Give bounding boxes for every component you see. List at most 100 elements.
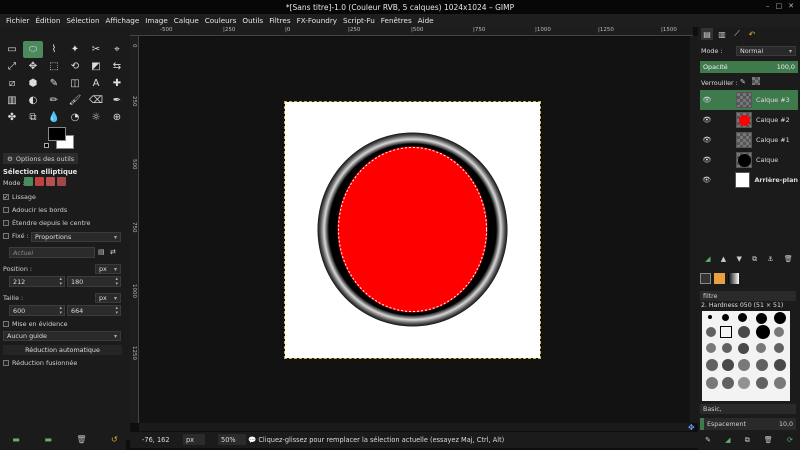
tab-gradients[interactable] — [728, 273, 739, 284]
menu-image[interactable]: Image — [142, 16, 171, 25]
color-selector[interactable] — [44, 127, 78, 153]
fixed-mode-select[interactable]: Proportions ▾ — [31, 232, 121, 242]
brush-swatch[interactable] — [722, 359, 734, 371]
brush-swatch-selected[interactable] — [720, 326, 732, 338]
eraser-tool-icon[interactable]: ⌫ — [86, 92, 106, 109]
delete-layer-icon[interactable]: 🗑 — [784, 255, 793, 267]
position-y-input[interactable]: 180 ▴ ▾ — [67, 276, 121, 287]
brush-swatch[interactable] — [774, 343, 784, 353]
layer-mode-select[interactable]: Normal ▾ — [736, 46, 796, 56]
scale-tool-icon[interactable]: ◩ — [86, 58, 106, 75]
maximize-button[interactable]: □ — [776, 2, 783, 10]
menu-affichage[interactable]: Affichage — [103, 16, 143, 25]
navigate-icon[interactable]: ✥ — [688, 423, 695, 432]
expand-center-row[interactable]: Étendre depuis le centre — [3, 219, 90, 227]
crop-tool-icon[interactable]: ⬚ — [44, 58, 64, 75]
delete-brush-icon[interactable]: 🗑 — [764, 436, 773, 448]
antialias-checkbox[interactable]: ✓ — [3, 194, 9, 201]
fuzzy-select-tool-icon[interactable]: ✦ — [65, 41, 85, 58]
visibility-eye-icon[interactable]: 👁 — [700, 136, 714, 144]
brush-swatch[interactable] — [706, 343, 716, 353]
auto-shrink-button[interactable]: Réduction automatique — [3, 345, 122, 355]
raise-layer-icon[interactable]: ▲ — [721, 255, 726, 267]
blur-tool-icon[interactable]: 💧 — [44, 109, 64, 126]
expand-center-checkbox[interactable] — [3, 220, 9, 226]
measure-tool-icon[interactable]: ◫ — [65, 75, 85, 92]
menu-couleurs[interactable]: Couleurs — [202, 16, 240, 25]
text-tool-icon[interactable]: A — [86, 75, 106, 92]
page-icon[interactable]: ▤ — [98, 248, 105, 256]
highlight-row[interactable]: Mise en évidence — [3, 320, 68, 328]
menu-selection[interactable]: Sélection — [63, 16, 102, 25]
menu-fx-foundry[interactable]: FX-Foundry — [294, 16, 340, 25]
scissors-tool-icon[interactable]: ✂ — [86, 41, 106, 58]
fixed-value-input[interactable]: Actuel — [9, 247, 95, 258]
warp-tool-icon[interactable]: ⊕ — [107, 109, 127, 126]
tab-layers[interactable]: ▤ — [701, 28, 713, 40]
anchor-layer-icon[interactable]: ⚓ — [767, 255, 773, 267]
menu-edition[interactable]: Édition — [33, 16, 64, 25]
layer-row[interactable]: 👁 Arrière-plan — [700, 170, 798, 190]
brush-swatch[interactable] — [756, 377, 768, 389]
lower-layer-icon[interactable]: ▼ — [736, 255, 741, 267]
layer-row[interactable]: 👁 Calque #3 — [700, 90, 798, 110]
brush-swatch[interactable] — [774, 312, 786, 324]
menu-filtres[interactable]: Filtres — [266, 16, 293, 25]
rect-select-tool-icon[interactable]: ▭ — [2, 41, 22, 58]
dodge-burn-tool-icon[interactable]: ☼ — [86, 109, 106, 126]
merged-shrink-row[interactable]: Réduction fusionnée — [3, 359, 77, 367]
flip-tool-icon[interactable]: ⇆ — [107, 58, 127, 75]
unit-select[interactable]: px — [183, 434, 205, 445]
free-select-tool-icon[interactable]: ⌇ — [44, 41, 64, 58]
menu-calque[interactable]: Calque — [171, 16, 202, 25]
brush-swatch[interactable] — [722, 377, 734, 389]
brush-swatch[interactable] — [722, 314, 729, 321]
foreground-color-swatch[interactable] — [48, 127, 66, 141]
brush-swatch[interactable] — [774, 377, 786, 389]
close-button[interactable]: ✕ — [788, 2, 794, 10]
brush-swatch[interactable] — [708, 315, 712, 319]
position-x-input[interactable]: 212 ▴ ▾ — [9, 276, 65, 287]
ellipse-select-tool-icon[interactable]: ⬭ — [23, 41, 43, 58]
duplicate-brush-icon[interactable]: ⧉ — [745, 436, 750, 448]
layer-row[interactable]: 👁 Calque #1 — [700, 130, 798, 150]
guides-select[interactable]: Aucun guide ▾ — [3, 331, 121, 341]
brush-swatch[interactable] — [738, 343, 749, 354]
horizontal-scrollbar[interactable] — [139, 423, 690, 431]
brush-swatch[interactable] — [756, 313, 767, 324]
feather-checkbox[interactable] — [3, 207, 9, 213]
tab-channels[interactable]: ▥ — [716, 28, 728, 40]
cage-tool-icon[interactable]: ⬢ — [23, 75, 43, 92]
paintbrush-tool-icon[interactable]: 🖌 — [65, 92, 85, 109]
merged-shrink-checkbox[interactable] — [3, 360, 9, 366]
refresh-brushes-icon[interactable]: ⟳ — [787, 436, 793, 448]
rotate-tool-icon[interactable]: ⟲ — [65, 58, 85, 75]
default-colors-icon[interactable] — [44, 143, 49, 148]
brush-swatch[interactable] — [756, 359, 768, 371]
brush-swatch[interactable] — [722, 343, 732, 353]
tab-undo[interactable]: ↶ — [746, 28, 758, 40]
brush-grid[interactable] — [702, 311, 790, 401]
feather-row[interactable]: Adoucir les bords — [3, 206, 67, 214]
spin-icon[interactable]: ▴ ▾ — [115, 306, 118, 316]
visibility-eye-icon[interactable]: 👁 — [700, 156, 714, 164]
foreground-select-tool-icon[interactable]: ⌖ — [107, 41, 127, 58]
lock-alpha-icon[interactable] — [752, 77, 760, 85]
lock-pixels-icon[interactable]: ✎ — [740, 78, 746, 86]
gradient-tool-icon[interactable]: ◐ — [23, 92, 43, 109]
tab-patterns[interactable] — [714, 273, 725, 284]
brush-preset-select[interactable]: Basic, — [700, 404, 796, 414]
visibility-eye-icon[interactable]: 👁 — [700, 96, 714, 104]
brush-swatch[interactable] — [706, 377, 718, 389]
mode-subtract-icon[interactable] — [46, 177, 55, 186]
brush-swatch[interactable] — [756, 343, 766, 353]
mode-intersect-icon[interactable] — [57, 177, 66, 186]
tab-tool-options[interactable]: ⚙ Options des outils — [3, 153, 79, 164]
mode-add-icon[interactable] — [35, 177, 44, 186]
layer-row[interactable]: 👁 Calque — [700, 150, 798, 170]
brush-swatch[interactable] — [738, 359, 750, 371]
edit-brush-icon[interactable]: ✎ — [705, 436, 711, 448]
brush-swatch[interactable] — [738, 326, 750, 338]
swap-icon[interactable]: ⇄ — [110, 248, 116, 256]
color-picker-tool-icon[interactable]: ✎ — [44, 75, 64, 92]
